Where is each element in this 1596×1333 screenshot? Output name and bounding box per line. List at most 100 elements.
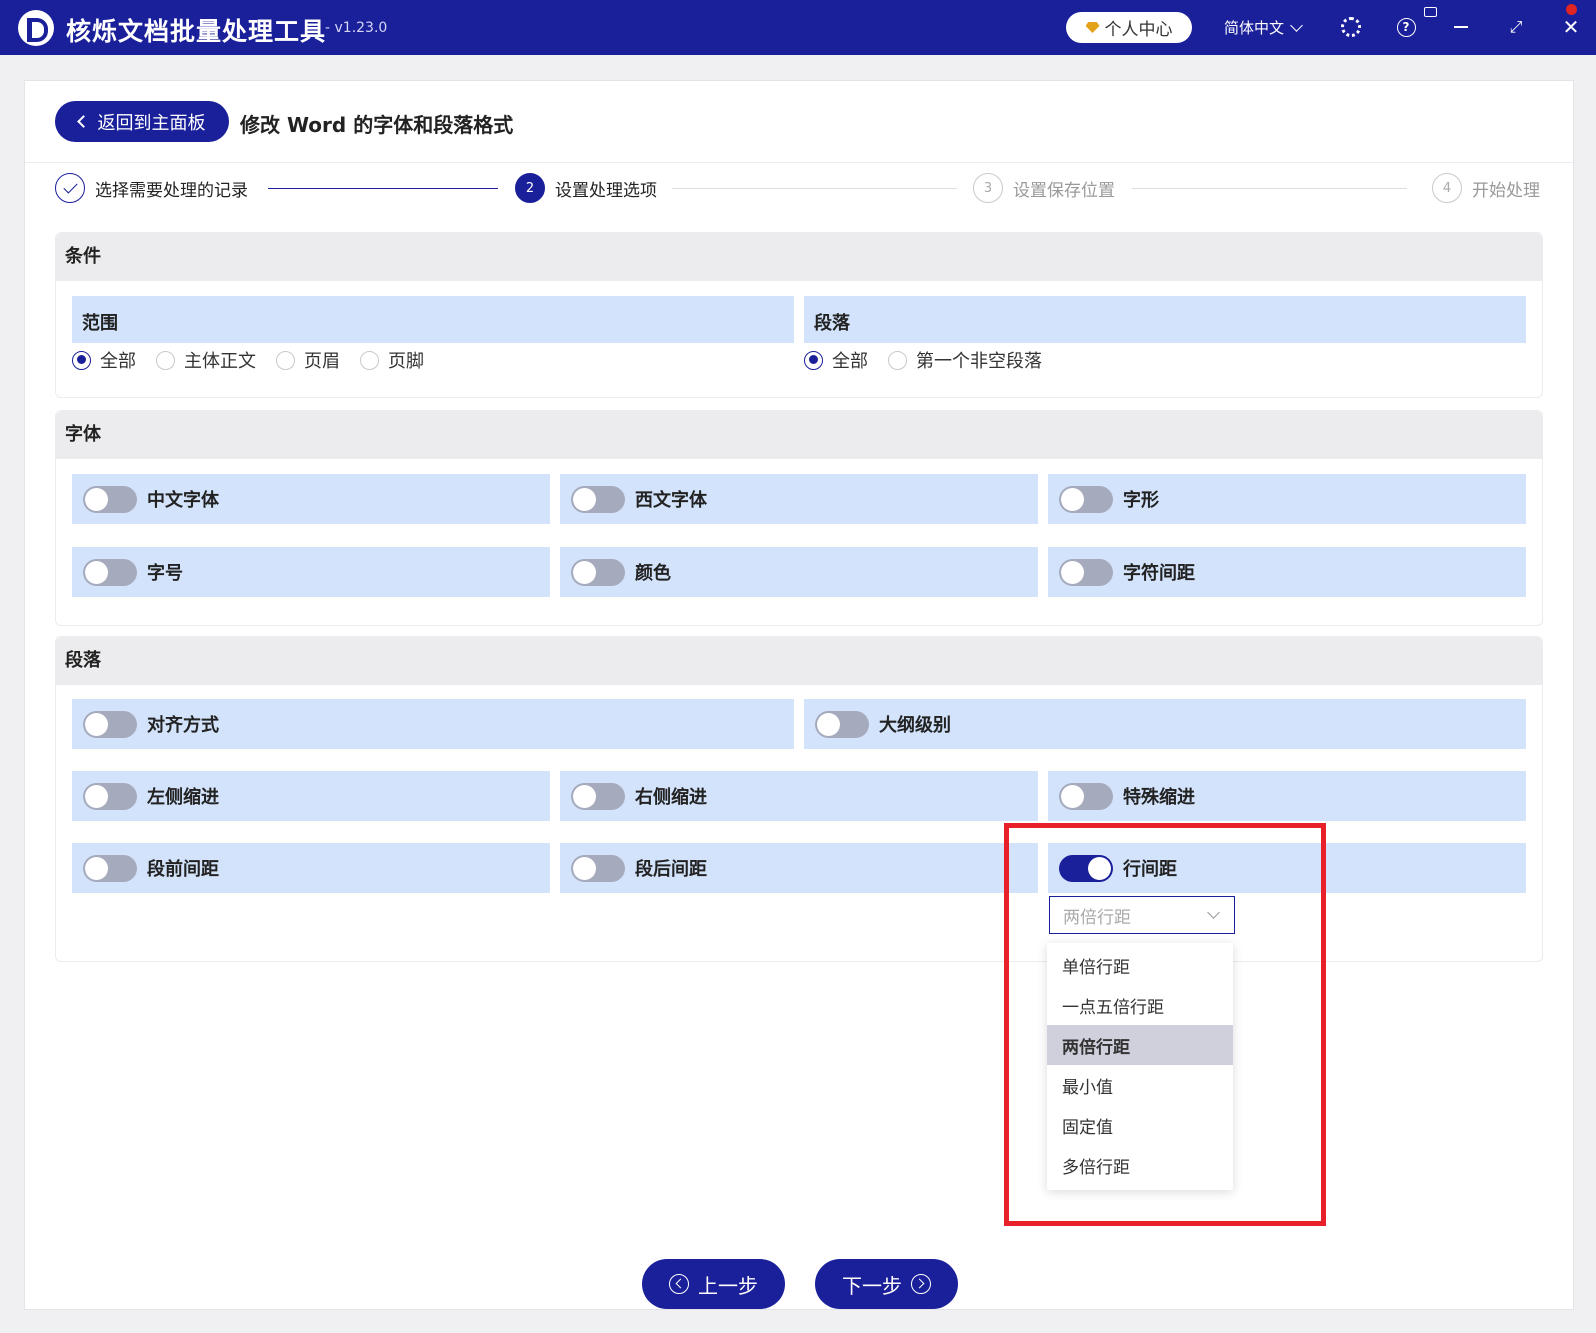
app-version: - v1.23.0 <box>325 20 388 36</box>
toggle-label: 左侧缩进 <box>147 787 219 808</box>
language-label: 简体中文 <box>1224 19 1285 37</box>
toggle-label: 段后间距 <box>635 859 707 880</box>
toggle-label: 字形 <box>1123 490 1159 511</box>
toggle-label: 颜色 <box>635 563 671 584</box>
toggle-space-before[interactable] <box>83 854 137 882</box>
step-2-label: 设置处理选项 <box>555 180 657 201</box>
divider <box>25 162 1573 163</box>
scope-radio-group: 全部 主体正文 页眉 页脚 <box>72 347 444 373</box>
scope-panel: 范围 <box>72 296 794 343</box>
notification-badge <box>1566 4 1577 15</box>
circle-chevron-left-icon <box>669 1274 689 1294</box>
dropdown-option-one-point-five[interactable]: 一点五倍行距 <box>1047 985 1233 1025</box>
dropdown-option-multiple[interactable]: 多倍行距 <box>1047 1145 1233 1185</box>
radio-paragraph-first[interactable] <box>888 350 907 370</box>
step-4-label: 开始处理 <box>1472 180 1540 201</box>
toggle-line-spacing[interactable] <box>1059 854 1113 882</box>
paragraph-radio-group: 全部 第一个非空段落 <box>804 347 1062 373</box>
toggle-label: 字符间距 <box>1123 563 1195 584</box>
toggle-row[interactable]: 颜色 <box>560 547 1038 597</box>
step-3-number: 3 <box>973 173 1003 203</box>
toggle-row[interactable]: 右侧缩进 <box>560 771 1038 821</box>
radio-paragraph-all[interactable] <box>804 350 823 370</box>
radio-label: 第一个非空段落 <box>916 351 1042 372</box>
toggle-row[interactable]: 左侧缩进 <box>72 771 550 821</box>
scope-label: 范围 <box>82 313 118 334</box>
toggle-row[interactable]: 大纲级别 <box>804 699 1526 749</box>
radio-label: 全部 <box>832 351 868 372</box>
toggle-special-indent[interactable] <box>1059 782 1113 810</box>
radio-label: 页眉 <box>304 351 340 372</box>
language-select[interactable]: 简体中文 <box>1224 17 1303 38</box>
toggle-label: 段前间距 <box>147 859 219 880</box>
radio-scope-footer[interactable] <box>360 350 379 370</box>
gem-icon <box>1085 22 1100 33</box>
mini-window-icon[interactable] <box>1424 7 1437 17</box>
step-3-label: 设置保存位置 <box>1013 180 1115 201</box>
toggle-alignment[interactable] <box>83 710 137 738</box>
toggle-western-font[interactable] <box>571 485 625 513</box>
user-center-label: 个人中心 <box>1104 20 1173 40</box>
toggle-left-indent[interactable] <box>83 782 137 810</box>
toggle-row[interactable]: 西文字体 <box>560 474 1038 524</box>
toggle-label: 大纲级别 <box>879 715 951 736</box>
radio-scope-all[interactable] <box>72 350 91 370</box>
toggle-font-style[interactable] <box>1059 485 1113 513</box>
toggle-row[interactable]: 特殊缩进 <box>1048 771 1526 821</box>
toggle-char-spacing[interactable] <box>1059 558 1113 586</box>
dropdown-option-fixed[interactable]: 固定值 <box>1047 1105 1233 1145</box>
back-to-dashboard-button[interactable]: 返回到主面板 <box>55 101 229 142</box>
toggle-row[interactable]: 字符间距 <box>1048 547 1526 597</box>
line-spacing-placeholder: 两倍行距 <box>1063 907 1131 928</box>
logo-icon <box>18 10 54 46</box>
toggle-row[interactable]: 行间距 <box>1048 843 1526 893</box>
step-3: 3 设置保存位置 <box>973 173 1115 203</box>
toggle-font-color[interactable] <box>571 558 625 586</box>
font-title: 字体 <box>56 411 1542 459</box>
radio-label: 主体正文 <box>184 351 256 372</box>
dropdown-option-minimum[interactable]: 最小值 <box>1047 1065 1233 1105</box>
toggle-row[interactable]: 字形 <box>1048 474 1526 524</box>
toggle-right-indent[interactable] <box>571 782 625 810</box>
toggle-row[interactable]: 段前间距 <box>72 843 550 893</box>
radio-label: 全部 <box>100 351 136 372</box>
toggle-row[interactable]: 中文字体 <box>72 474 550 524</box>
toggle-row[interactable]: 对齐方式 <box>72 699 794 749</box>
radio-scope-header[interactable] <box>276 350 295 370</box>
toggle-space-after[interactable] <box>571 854 625 882</box>
minimize-icon[interactable] <box>1450 16 1472 38</box>
close-icon[interactable]: ✕ <box>1560 15 1582 39</box>
toggle-label: 字号 <box>147 563 183 584</box>
toggle-row[interactable]: 字号 <box>72 547 550 597</box>
paragraph-scope-label: 段落 <box>814 313 850 334</box>
step-2: 2 设置处理选项 <box>515 173 657 203</box>
chevron-down-icon <box>1290 18 1303 32</box>
dropdown-option-double[interactable]: 两倍行距 <box>1047 1025 1233 1065</box>
dropdown-option-single[interactable]: 单倍行距 <box>1047 945 1233 985</box>
line-spacing-select[interactable]: 两倍行距 <box>1049 896 1235 934</box>
conditions-title: 条件 <box>56 233 1542 281</box>
line-spacing-dropdown: 单倍行距 一点五倍行距 两倍行距 最小值 固定值 多倍行距 <box>1047 943 1233 1190</box>
next-step-button[interactable]: 下一步 <box>815 1259 958 1309</box>
maximize-icon[interactable]: ⤢ <box>1505 16 1527 38</box>
user-center-button[interactable]: 个人中心 <box>1066 12 1192 43</box>
toggle-chinese-font[interactable] <box>83 485 137 513</box>
help-icon[interactable] <box>1395 16 1417 38</box>
toggle-font-size[interactable] <box>83 558 137 586</box>
circle-chevron-right-icon <box>911 1274 931 1294</box>
step-4: 4 开始处理 <box>1432 173 1540 203</box>
step-4-number: 4 <box>1432 173 1462 203</box>
prev-step-button[interactable]: 上一步 <box>642 1259 785 1309</box>
radio-scope-body[interactable] <box>156 350 175 370</box>
paragraph-title: 段落 <box>56 637 1542 685</box>
toggle-label: 中文字体 <box>147 490 219 511</box>
app-title: 核烁文档批量处理工具 <box>66 17 327 46</box>
gear-icon[interactable] <box>1340 16 1362 38</box>
toggle-label: 对齐方式 <box>147 715 219 736</box>
toggle-row[interactable]: 段后间距 <box>560 843 1038 893</box>
page-title: 修改 Word 的字体和段落格式 <box>240 113 514 137</box>
toggle-label: 右侧缩进 <box>635 787 707 808</box>
next-label: 下一步 <box>842 1273 902 1298</box>
radio-label: 页脚 <box>388 351 424 372</box>
toggle-outline-level[interactable] <box>815 710 869 738</box>
